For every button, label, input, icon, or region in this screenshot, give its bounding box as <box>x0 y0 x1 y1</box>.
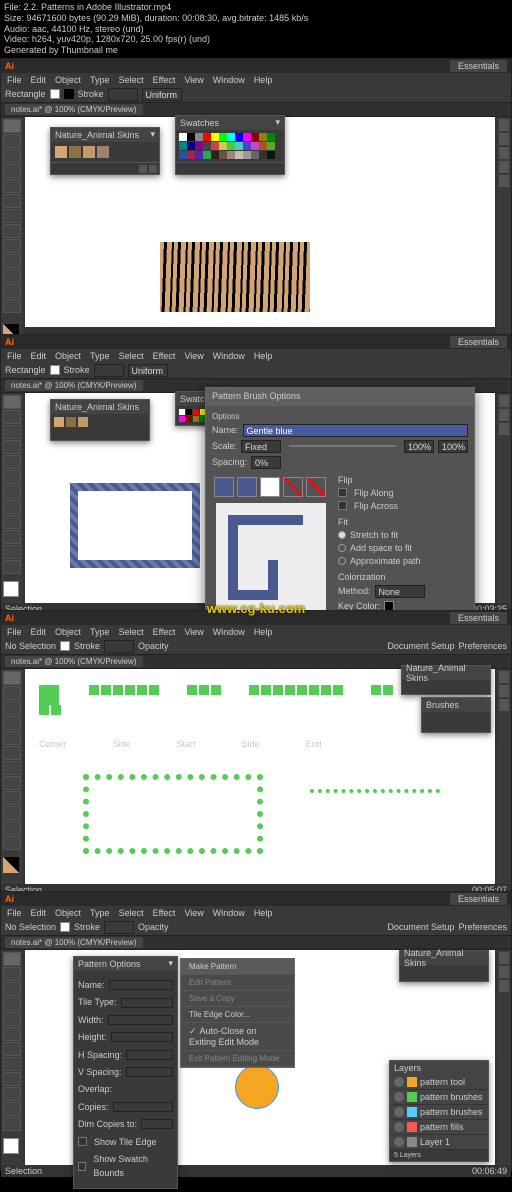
artboard[interactable]: CornerSideStartSideEnd Nature_Animal Ski… <box>25 669 495 884</box>
end-tile <box>371 685 393 695</box>
tile-slot[interactable] <box>306 477 326 497</box>
dotted-rectangle[interactable] <box>83 774 263 854</box>
pen-tool[interactable] <box>3 149 21 163</box>
brush-tool[interactable] <box>3 194 21 208</box>
side-tile <box>89 685 159 695</box>
menu-make-pattern[interactable]: Make Pattern <box>181 959 294 975</box>
gradient-tool[interactable] <box>3 269 21 283</box>
title-bar: Ai Essentials <box>1 59 511 73</box>
pattern-context-menu[interactable]: Make Pattern Edit Pattern Save a Copy Ti… <box>180 958 295 1068</box>
corner-tile <box>39 685 61 715</box>
menu-auto-close[interactable]: ✓Auto-Close on Exiting Edit Mode <box>181 1023 294 1051</box>
selection-tool[interactable] <box>3 119 21 133</box>
app-logo: Ai <box>5 61 14 71</box>
spacing-input[interactable]: 0% <box>251 456 281 469</box>
dialog-title: Pattern Brush Options <box>206 388 474 406</box>
start-tile <box>187 685 221 695</box>
brush-name-input[interactable]: Gentle blue <box>243 424 468 437</box>
brush-rectangle[interactable] <box>70 483 200 568</box>
direct-select-tool[interactable] <box>3 134 21 148</box>
pencil-tool[interactable] <box>3 209 21 223</box>
layer-row[interactable]: pattern brushes <box>390 1090 488 1105</box>
menu-exit-pattern[interactable]: Exit Pattern Editing Mode <box>181 1051 294 1067</box>
eyedropper-tool[interactable] <box>3 284 21 298</box>
layer-row[interactable]: pattern brushes <box>390 1105 488 1120</box>
menu-tile-edge-color[interactable]: Tile Edge Color... <box>181 1007 294 1023</box>
nature-skins-panel[interactable]: Nature_Animal Skins▾ <box>50 127 160 175</box>
circle-selected[interactable] <box>235 1065 279 1109</box>
right-dock[interactable] <box>497 117 511 344</box>
layer-row[interactable]: pattern tool <box>390 1075 488 1090</box>
brushes-panel: Brushes <box>421 697 491 733</box>
control-bar[interactable]: Rectangle Stroke Uniform <box>1 87 511 103</box>
rect-tool[interactable] <box>3 179 21 193</box>
rotate-tool[interactable] <box>3 239 21 253</box>
illustrator-window-1: Ai Essentials FileEditObjectTypeSelectEf… <box>0 58 512 333</box>
tile-slot[interactable] <box>237 477 257 497</box>
tools-panel[interactable] <box>1 117 23 344</box>
side-tile <box>249 685 343 695</box>
artboard[interactable]: Pattern Options▾ Name: Tile Type: Width:… <box>25 950 495 1165</box>
workspace-switcher[interactable]: Essentials <box>450 60 507 72</box>
menu-save-copy[interactable]: Save a Copy <box>181 991 294 1007</box>
main-menu[interactable]: FileEditObjectTypeSelectEffectViewWindow… <box>1 73 511 87</box>
nature-skins-panel: Nature_Animal Skins <box>50 399 150 441</box>
eraser-tool[interactable] <box>3 224 21 238</box>
panel-menu-icon[interactable]: ▾ <box>275 117 280 128</box>
panel-menu-icon[interactable]: ▾ <box>168 958 173 969</box>
layer-row[interactable]: Layer 1 <box>390 1135 488 1150</box>
menu-edit-pattern[interactable]: Edit Pattern <box>181 975 294 991</box>
type-tool[interactable] <box>3 164 21 178</box>
layer-row[interactable]: pattern fills <box>390 1120 488 1135</box>
tile-slot[interactable] <box>283 477 303 497</box>
layers-panel[interactable]: Layers pattern tool pattern brushes patt… <box>389 1060 489 1162</box>
video-metadata: File: 2.2. Patterns in Adobe Illustrator… <box>0 0 512 58</box>
pattern-rectangle[interactable] <box>160 242 310 312</box>
method-select[interactable]: None <box>375 585 425 598</box>
nature-skins-panel: Nature_Animal Skins <box>401 665 491 695</box>
tile-slot[interactable] <box>214 477 234 497</box>
artboard[interactable]: Swatches▾ Nature_Animal Skins▾ <box>25 117 495 327</box>
scale-tool[interactable] <box>3 254 21 268</box>
illustrator-window-3: AiEssentials FileEditObjectTypeSelectEff… <box>0 610 512 890</box>
scale-mode[interactable]: Fixed <box>241 440 281 453</box>
tile-slot[interactable] <box>260 477 280 497</box>
illustrator-window-2: AiEssentials FileEditObjectTypeSelectEff… <box>0 334 512 609</box>
watermark: www.cg-ku.com <box>207 601 305 616</box>
artboard[interactable]: Swatches Nature_Animal Skins Pattern Bru… <box>25 393 495 603</box>
pattern-options-panel[interactable]: Pattern Options▾ Name: Tile Type: Width:… <box>73 956 178 1189</box>
brush-preview <box>216 503 326 613</box>
zoom-tool[interactable] <box>3 299 21 313</box>
illustrator-window-4: AiEssentials FileEditObjectTypeSelectEff… <box>0 891 512 1171</box>
swatches-panel[interactable]: Swatches▾ <box>175 115 285 175</box>
